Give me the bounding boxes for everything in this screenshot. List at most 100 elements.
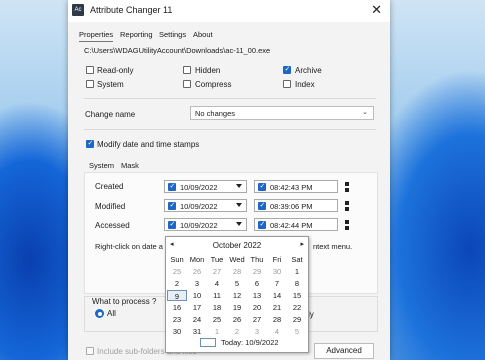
spinner-icon[interactable] [345,220,349,230]
calendar-day[interactable]: 22 [287,302,307,313]
calendar-day[interactable]: 14 [267,290,287,301]
calendar-day[interactable]: 17 [187,302,207,313]
modified-time-picker[interactable]: 08:39:06 PM [254,199,349,212]
calendar-day[interactable]: 27 [247,314,267,325]
calendar-day[interactable]: 13 [247,290,267,301]
close-icon[interactable]: ✕ [371,2,382,18]
calendar-day[interactable]: 16 [167,302,187,313]
dropdown-arrow-icon[interactable] [236,222,242,226]
modified-time: 08:39:06 PM [270,202,313,211]
calendar-day[interactable]: 9 [167,290,187,301]
accessed-time-checkbox[interactable] [258,220,266,229]
advanced-button[interactable]: Advanced [314,343,374,359]
readonly-label: Read-only [97,66,134,75]
calendar-day[interactable]: 2 [227,326,247,337]
modified-time-checkbox[interactable] [258,201,266,210]
title-bar[interactable]: Ac Attribute Changer 11 ✕ [68,0,390,22]
subfolders-checkbox[interactable] [86,347,94,355]
compress-checkbox[interactable] [183,80,191,88]
calendar-day[interactable]: 2 [167,278,187,289]
tab-reporting[interactable]: Reporting [120,30,153,39]
calendar-header: ◂ October 2022 ▸ [166,240,308,251]
calendar-popup: ◂ October 2022 ▸ Sun Mon Tue Wed Thu Fri Sat 25… [165,236,309,353]
calendar-day[interactable]: 20 [247,302,267,313]
calendar-day[interactable]: 26 [187,266,207,277]
modify-dates-checkbox[interactable] [86,139,94,148]
tab-system[interactable]: System [89,161,114,170]
calendar-day[interactable]: 15 [287,290,307,301]
calendar-day[interactable]: 7 [267,278,287,289]
modified-date-checkbox[interactable] [168,201,176,210]
hint-text: Right-click on date a [95,242,163,251]
created-date-checkbox[interactable] [168,182,176,191]
tab-properties[interactable]: Properties [79,30,114,42]
calendar-day[interactable]: 1 [287,266,307,277]
calendar-day[interactable]: 11 [207,290,227,301]
weekday-header: Tue [210,255,224,264]
archive-checkbox[interactable] [283,65,291,74]
calendar-day[interactable]: 27 [207,266,227,277]
calendar-day[interactable]: 31 [187,326,207,337]
accessed-time-picker[interactable]: 08:42:44 PM [254,218,349,231]
calendar-day[interactable]: 25 [207,314,227,325]
index-checkbox[interactable] [283,80,291,88]
system-checkbox[interactable] [86,80,94,88]
calendar-day[interactable]: 12 [227,290,247,301]
calendar-day[interactable]: 1 [207,326,227,337]
today-link[interactable]: Today: 10/9/2022 [221,338,279,347]
calendar-day[interactable]: 30 [267,266,287,277]
compress-label: Compress [195,80,232,89]
spinner-icon[interactable] [345,182,349,192]
calendar-day[interactable]: 28 [267,314,287,325]
readonly-checkbox[interactable] [86,66,94,74]
calendar-day[interactable]: 3 [187,278,207,289]
calendar-day[interactable]: 29 [287,314,307,325]
created-time-checkbox[interactable] [258,182,266,191]
archive-label: Archive [295,66,322,75]
calendar-day[interactable]: 4 [207,278,227,289]
accessed-date-picker[interactable]: 10/09/2022 [164,218,247,231]
calendar-day[interactable]: 21 [267,302,287,313]
window-title: Attribute Changer 11 [90,5,173,15]
system-label: System [97,80,124,89]
calendar-day[interactable]: 3 [247,326,267,337]
chevron-down-icon: ⌄ [362,109,368,116]
calendar-day[interactable]: 4 [267,326,287,337]
change-name-select[interactable]: No changes ⌄ [190,106,374,120]
dropdown-arrow-icon[interactable] [236,203,242,207]
calendar-day[interactable]: 5 [287,326,307,337]
calendar-day[interactable]: 25 [167,266,187,277]
calendar-day[interactable]: 6 [247,278,267,289]
divider [84,98,376,99]
calendar-day[interactable]: 19 [227,302,247,313]
created-date-picker[interactable]: 10/09/2022 [164,180,247,193]
calendar-day[interactable]: 8 [287,278,307,289]
dropdown-arrow-icon[interactable] [236,184,242,188]
calendar-day[interactable]: 28 [227,266,247,277]
calendar-month-title[interactable]: October 2022 [166,241,308,250]
calendar-day[interactable]: 26 [227,314,247,325]
tab-about[interactable]: About [193,30,213,39]
calendar-day[interactable]: 29 [247,266,267,277]
created-time-picker[interactable]: 08:42:43 PM [254,180,349,193]
accessed-date-checkbox[interactable] [168,220,176,229]
calendar-day[interactable]: 30 [167,326,187,337]
modified-date-picker[interactable]: 10/09/2022 [164,199,247,212]
next-month-icon[interactable]: ▸ [300,240,304,248]
accessed-time: 08:42:44 PM [270,221,313,230]
hidden-checkbox[interactable] [183,66,191,74]
accessed-label: Accessed [95,221,130,230]
calendar-day[interactable]: 18 [207,302,227,313]
calendar-day[interactable]: 24 [187,314,207,325]
weekday-header: Sun [170,255,184,264]
calendar-day[interactable]: 23 [167,314,187,325]
tab-mask[interactable]: Mask [121,161,139,170]
weekday-header: Fri [272,255,282,264]
process-label: What to process ? [92,297,157,306]
process-all-radio[interactable] [95,309,104,318]
modified-label: Modified [95,202,126,211]
spinner-icon[interactable] [345,201,349,211]
tab-settings[interactable]: Settings [159,30,186,39]
calendar-day[interactable]: 5 [227,278,247,289]
calendar-day[interactable]: 10 [187,290,207,301]
